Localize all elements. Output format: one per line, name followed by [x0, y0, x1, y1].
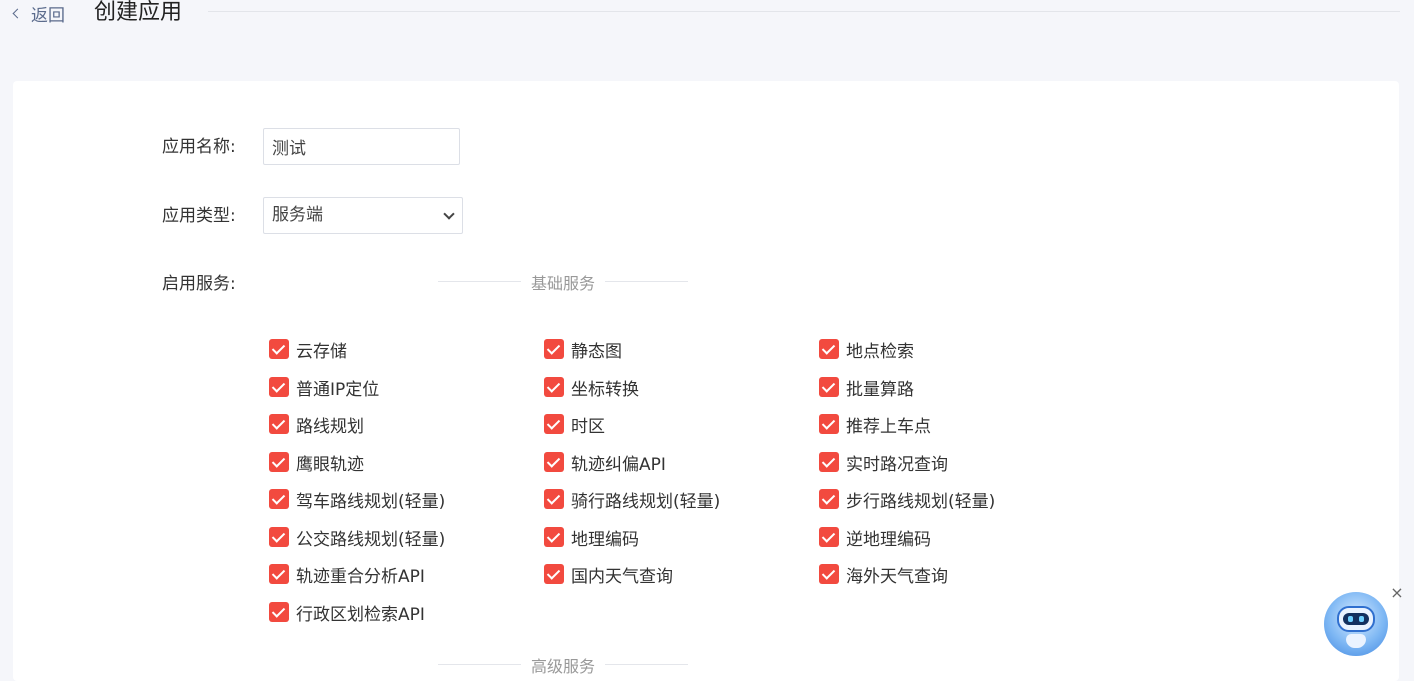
- back-button[interactable]: 返回: [12, 2, 65, 26]
- service-label: 实时路况查询: [846, 454, 948, 475]
- chevron-left-icon: [12, 8, 23, 19]
- service-label: 地点检索: [846, 341, 914, 362]
- robot-eye: [1348, 616, 1353, 622]
- service-checkbox[interactable]: 轨迹纠偏API: [544, 451, 666, 475]
- basic-services-title: 基础服务: [520, 270, 606, 294]
- service-checkbox[interactable]: 鹰眼轨迹: [269, 451, 364, 475]
- service-checkbox[interactable]: 海外天气查询: [819, 563, 948, 587]
- service-checkbox[interactable]: 逆地理编码: [819, 526, 931, 550]
- service-label: 普通IP定位: [296, 379, 380, 400]
- service-checkbox[interactable]: 地点检索: [819, 338, 914, 362]
- service-label: 轨迹重合分析API: [296, 566, 425, 587]
- title-divider: [208, 11, 1400, 12]
- checkbox-checked-icon[interactable]: [269, 564, 289, 584]
- checkbox-checked-icon[interactable]: [269, 452, 289, 472]
- service-checkbox[interactable]: 坐标转换: [544, 376, 639, 400]
- service-label: 轨迹纠偏API: [571, 454, 666, 475]
- service-label: 步行路线规划(轻量): [846, 491, 996, 512]
- checkbox-checked-icon[interactable]: [544, 564, 564, 584]
- service-label: 鹰眼轨迹: [296, 454, 364, 475]
- checkbox-checked-icon[interactable]: [269, 489, 289, 509]
- robot-eye: [1359, 616, 1364, 622]
- service-label: 逆地理编码: [846, 529, 931, 550]
- checkbox-checked-icon[interactable]: [544, 489, 564, 509]
- form-card: [13, 81, 1399, 681]
- checkbox-checked-icon[interactable]: [269, 602, 289, 622]
- service-checkbox[interactable]: 推荐上车点: [819, 413, 931, 437]
- top-bar: 返回 创建应用: [0, 0, 1414, 40]
- checkbox-checked-icon[interactable]: [544, 452, 564, 472]
- back-label: 返回: [31, 5, 65, 26]
- robot-visor: [1343, 613, 1369, 625]
- app-name-input[interactable]: [263, 128, 460, 165]
- checkbox-checked-icon[interactable]: [269, 527, 289, 547]
- checkbox-checked-icon[interactable]: [269, 339, 289, 359]
- service-checkbox[interactable]: 静态图: [544, 338, 622, 362]
- service-checkbox[interactable]: 国内天气查询: [544, 563, 673, 587]
- checkbox-checked-icon[interactable]: [269, 377, 289, 397]
- checkbox-checked-icon[interactable]: [544, 527, 564, 547]
- services-label: 启用服务:: [162, 274, 236, 294]
- service-label: 静态图: [571, 341, 622, 362]
- checkbox-checked-icon[interactable]: [544, 339, 564, 359]
- checkbox-checked-icon[interactable]: [819, 564, 839, 584]
- close-icon[interactable]: ×: [1390, 585, 1404, 601]
- service-label: 行政区划检索API: [296, 604, 425, 625]
- service-label: 批量算路: [846, 379, 914, 400]
- checkbox-checked-icon[interactable]: [269, 414, 289, 434]
- service-label: 骑行路线规划(轻量): [571, 491, 721, 512]
- checkbox-checked-icon[interactable]: [819, 527, 839, 547]
- robot-body: [1346, 634, 1366, 648]
- service-checkbox[interactable]: 路线规划: [269, 413, 364, 437]
- service-checkbox[interactable]: 地理编码: [544, 526, 639, 550]
- checkbox-checked-icon[interactable]: [819, 489, 839, 509]
- app-name-label: 应用名称:: [162, 137, 236, 157]
- advanced-services-title: 高级服务: [520, 653, 606, 677]
- service-label: 云存储: [296, 341, 347, 362]
- service-label: 驾车路线规划(轻量): [296, 491, 446, 512]
- service-checkbox[interactable]: 实时路况查询: [819, 451, 948, 475]
- service-checkbox[interactable]: 普通IP定位: [269, 376, 380, 400]
- service-checkbox[interactable]: 步行路线规划(轻量): [819, 488, 996, 512]
- advanced-services-divider: 高级服务: [438, 653, 688, 677]
- service-checkbox[interactable]: 轨迹重合分析API: [269, 563, 425, 587]
- app-type-value: 服务端: [272, 205, 323, 225]
- assistant-robot-button[interactable]: [1324, 592, 1388, 656]
- service-label: 推荐上车点: [846, 416, 931, 437]
- checkbox-checked-icon[interactable]: [819, 377, 839, 397]
- app-type-label: 应用类型:: [162, 206, 236, 226]
- service-label: 地理编码: [571, 529, 639, 550]
- chevron-down-icon: [443, 208, 455, 220]
- service-label: 时区: [571, 416, 605, 437]
- checkbox-checked-icon[interactable]: [544, 377, 564, 397]
- checkbox-checked-icon[interactable]: [819, 452, 839, 472]
- service-checkbox[interactable]: 行政区划检索API: [269, 601, 425, 625]
- service-label: 海外天气查询: [846, 566, 948, 587]
- service-label: 公交路线规划(轻量): [296, 529, 446, 550]
- service-checkbox[interactable]: 时区: [544, 413, 605, 437]
- service-label: 路线规划: [296, 416, 364, 437]
- checkbox-checked-icon[interactable]: [819, 414, 839, 434]
- service-checkbox[interactable]: 驾车路线规划(轻量): [269, 488, 446, 512]
- checkbox-checked-icon[interactable]: [819, 339, 839, 359]
- app-type-select[interactable]: 服务端: [263, 197, 463, 234]
- checkbox-checked-icon[interactable]: [544, 414, 564, 434]
- service-label: 国内天气查询: [571, 566, 673, 587]
- page-title: 创建应用: [94, 0, 183, 25]
- service-checkbox[interactable]: 公交路线规划(轻量): [269, 526, 446, 550]
- service-label: 坐标转换: [571, 379, 639, 400]
- service-checkbox[interactable]: 骑行路线规划(轻量): [544, 488, 721, 512]
- robot-head: [1337, 606, 1375, 632]
- service-checkbox[interactable]: 云存储: [269, 338, 347, 362]
- service-checkbox[interactable]: 批量算路: [819, 376, 914, 400]
- basic-services-divider: 基础服务: [438, 270, 688, 294]
